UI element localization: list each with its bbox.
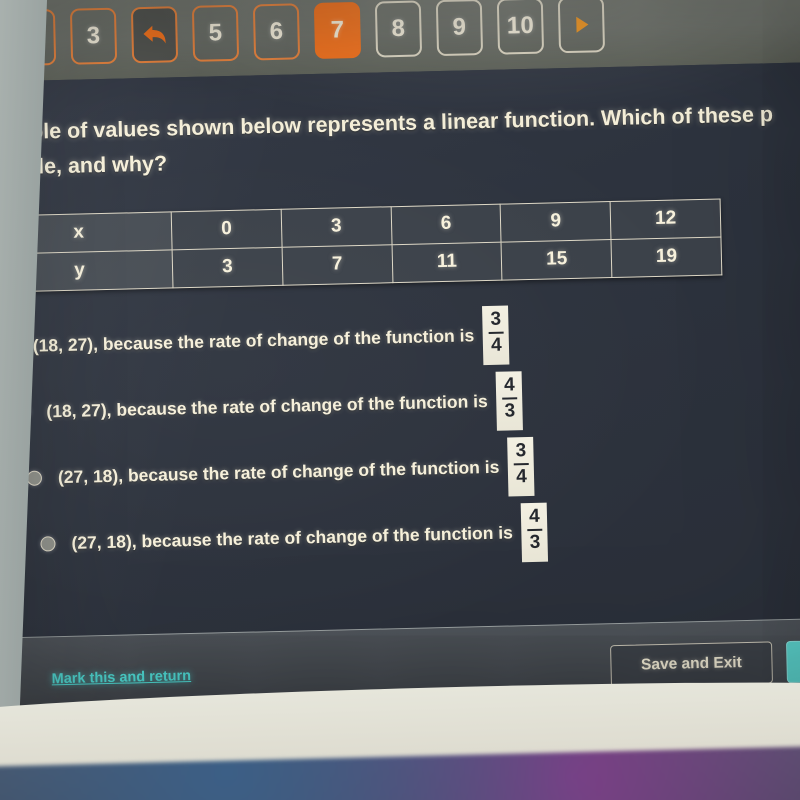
fraction-image: 34 bbox=[482, 305, 510, 365]
table-cell: 7 bbox=[281, 244, 393, 285]
photo-of-screen: 1235678910 The table of values shown bel… bbox=[0, 0, 800, 800]
values-table: x 0 3 6 9 12 y 3 7 11 15 19 bbox=[0, 198, 722, 292]
question-number-label: 7 bbox=[330, 16, 345, 44]
question-prompt-line1: The table of values shown below represen… bbox=[0, 102, 774, 146]
fraction-image: 34 bbox=[507, 437, 535, 497]
save-and-exit-button[interactable]: Save and Exit bbox=[609, 640, 774, 687]
mark-this-and-return-link[interactable]: Mark this and return bbox=[51, 668, 191, 687]
question-number-button-9[interactable]: 9 bbox=[435, 0, 484, 57]
question-number-label: 8 bbox=[391, 14, 406, 43]
question-number-button-6[interactable]: 6 bbox=[252, 3, 301, 61]
table-cell: 9 bbox=[500, 201, 612, 242]
fraction-numerator: 3 bbox=[490, 309, 502, 331]
fraction-bar bbox=[527, 528, 543, 531]
fraction-denominator: 4 bbox=[490, 334, 502, 356]
fraction-numerator: 3 bbox=[515, 440, 527, 462]
fraction-numerator: 4 bbox=[528, 506, 541, 528]
answer-choice-label: (18, 27), because the rate of change of … bbox=[46, 391, 488, 422]
table-cell: 3 bbox=[172, 246, 283, 288]
fraction-image: 43 bbox=[521, 502, 549, 563]
question-number-button-3[interactable]: 3 bbox=[69, 7, 118, 65]
fraction-denominator: 3 bbox=[504, 399, 516, 422]
question-content-area: The table of values shown below represen… bbox=[0, 61, 800, 639]
nav-back-button[interactable] bbox=[130, 6, 179, 64]
fraction-denominator: 3 bbox=[529, 531, 541, 553]
next-button[interactable]: Next bbox=[786, 638, 800, 683]
question-number-label: 6 bbox=[269, 17, 284, 46]
question-prompt: The table of values shown below represen… bbox=[0, 87, 800, 186]
fraction-image: 43 bbox=[496, 371, 524, 431]
fraction-denominator: 4 bbox=[515, 465, 528, 487]
question-number-button-7[interactable]: 7 bbox=[313, 1, 362, 59]
answer-choice-label: (27, 18), because the rate of change of … bbox=[71, 522, 514, 553]
question-number-label: 10 bbox=[506, 11, 535, 40]
question-number-button-10[interactable]: 10 bbox=[496, 0, 545, 55]
question-number-label: 9 bbox=[452, 13, 467, 41]
forward-arrow-icon bbox=[575, 16, 588, 33]
fraction-numerator: 4 bbox=[503, 374, 515, 396]
footer-actions: Save and Exit Next bbox=[609, 638, 800, 687]
table-cell: 11 bbox=[391, 241, 503, 283]
table-cell: 3 bbox=[280, 206, 392, 247]
question-number-label: 3 bbox=[86, 22, 101, 50]
table-cell: 0 bbox=[171, 208, 282, 250]
table-cell: 19 bbox=[611, 236, 722, 278]
fraction-bar bbox=[488, 331, 504, 334]
fraction-bar bbox=[513, 462, 529, 465]
table-cell: 12 bbox=[610, 198, 721, 240]
answer-choice-label: (27, 18), because the rate of change of … bbox=[57, 456, 500, 488]
nav-forward-button[interactable] bbox=[557, 0, 606, 54]
question-number-button-8[interactable]: 8 bbox=[374, 0, 423, 58]
answer-choices: (18, 27), because the rate of change of … bbox=[0, 294, 800, 578]
back-arrow-icon bbox=[143, 25, 166, 44]
radio-button-icon[interactable] bbox=[26, 470, 43, 487]
fraction-bar bbox=[502, 397, 518, 400]
radio-button-icon[interactable] bbox=[40, 536, 56, 552]
table-cell: 6 bbox=[390, 203, 502, 245]
screen-content: 1235678910 The table of values shown bel… bbox=[0, 0, 800, 723]
answer-choice-label: (18, 27), because the rate of change of … bbox=[32, 325, 475, 356]
question-number-label: 5 bbox=[208, 19, 223, 47]
table-cell: 15 bbox=[501, 239, 613, 280]
question-number-button-5[interactable]: 5 bbox=[191, 4, 240, 62]
